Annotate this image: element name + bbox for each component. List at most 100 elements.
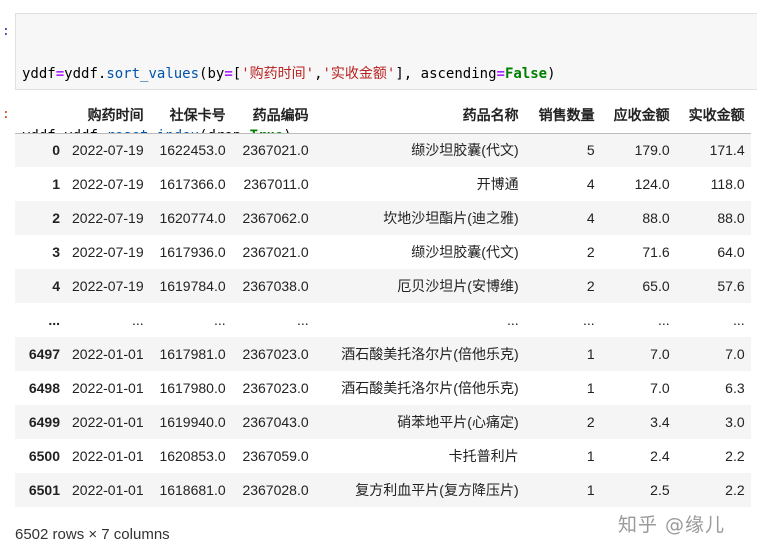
code-token: yddf: [22, 66, 56, 82]
table-cell: 酒石酸美托洛尔片(倍他乐克): [341, 346, 519, 362]
table-row: 6497 2022-01-01 1617981.0 2367023.0 酒石酸美…: [15, 337, 751, 371]
table-cell: ...: [657, 312, 670, 328]
table-cell: 2367011.0: [243, 176, 309, 192]
table-cell: 2: [586, 414, 595, 430]
table-cell: 4: [586, 210, 595, 226]
table-row: 3 2022-07-19 1617936.0 2367021.0 缬沙坦胶囊(代…: [15, 235, 751, 269]
table-row-ellipsis: ... ... ... ... ... ... ... ...: [15, 303, 751, 337]
table-cell: 88.0: [642, 210, 670, 226]
table-cell: 6.3: [725, 380, 745, 396]
table-row: 2 2022-07-19 1620774.0 2367062.0 坎地沙坦酯片(…: [15, 201, 751, 235]
column-header: 药品编码: [231, 98, 315, 134]
table-cell: 卡托普利片: [448, 448, 519, 464]
output-prompt: :: [2, 107, 10, 122]
table-cell: 4: [586, 176, 595, 192]
code-token: =: [55, 66, 65, 82]
row-index: 3: [52, 244, 60, 260]
code-token: (by: [199, 66, 225, 82]
code-token: =: [224, 66, 233, 82]
table-cell: 57.6: [717, 278, 745, 294]
row-index: 6497: [28, 346, 60, 362]
table-cell: 2367023.0: [242, 380, 309, 396]
table-cell: 1619784.0: [159, 278, 226, 294]
table-cell: 1620853.0: [159, 448, 226, 464]
table-cell: 2022-01-01: [72, 380, 144, 396]
code-token: [: [232, 66, 242, 82]
table-cell: 1617980.0: [159, 380, 226, 396]
table-row: 6500 2022-01-01 1620853.0 2367059.0 卡托普利…: [15, 439, 751, 473]
table-cell: 2022-01-01: [72, 346, 144, 362]
row-index: 0: [52, 142, 60, 159]
table-row: 6499 2022-01-01 1619940.0 2367043.0 硝苯地平…: [15, 405, 751, 439]
table-cell: 1617936.0: [159, 244, 226, 260]
column-header: 购药时间: [66, 98, 150, 134]
table-cell: 1: [586, 482, 595, 498]
table-cell: 厄贝沙坦片(安博维): [397, 278, 519, 294]
table-cell: 7.0: [725, 346, 745, 362]
table-cell: ...: [296, 312, 309, 328]
table-cell: 2367059.0: [242, 448, 309, 464]
row-index: 4: [52, 278, 60, 294]
table-cell: 65.0: [642, 278, 670, 294]
table-cell: 179.0: [634, 142, 670, 159]
table-cell: 1: [586, 380, 595, 396]
table-cell: 3.0: [725, 414, 745, 430]
table-cell: 2367062.0: [242, 210, 309, 226]
table-cell: 1617981.0: [159, 346, 226, 362]
code-token: sort_values: [106, 66, 200, 82]
table-cell: 2367021.0: [242, 244, 309, 260]
dataframe-table: 购药时间 社保卡号 药品编码 药品名称 销售数量 应收金额 实收金额 0 202…: [15, 98, 751, 507]
table-cell: 2367043.0: [242, 414, 309, 430]
table-cell: 1: [586, 346, 595, 362]
code-token: ,: [314, 66, 323, 82]
table-cell: 1622453.0: [159, 142, 226, 159]
row-index: 6500: [28, 448, 60, 464]
table-row: 4 2022-07-19 1619784.0 2367038.0 厄贝沙坦片(安…: [15, 269, 751, 303]
table-cell: ...: [213, 312, 226, 328]
table-cell: 1: [586, 448, 595, 464]
table-cell: 2.5: [650, 482, 670, 498]
table-cell: 5: [586, 142, 595, 159]
table-cell: 2022-07-19: [72, 244, 144, 260]
table-cell: 缬沙坦胶囊(代文): [411, 142, 519, 159]
table-row: 1 2022-07-19 1617366.0 2367011.0 开博通 4 1…: [15, 167, 751, 201]
code-token: ], ascending: [395, 66, 497, 82]
table-cell: 2367021.0: [242, 142, 309, 159]
table-cell: 酒石酸美托洛尔片(倍他乐克): [341, 380, 519, 396]
table-cell: 1618681.0: [159, 482, 226, 498]
watermark: 知乎 @缘儿: [618, 514, 726, 536]
table-cell: 3.4: [650, 414, 670, 430]
row-index: 6498: [28, 380, 60, 396]
table-cell: ...: [506, 312, 519, 328]
table-cell: 1619940.0: [159, 414, 226, 430]
code-token: yddf: [64, 66, 98, 82]
row-index: ...: [48, 312, 60, 328]
table-cell: ...: [582, 312, 595, 328]
column-header: 药品名称: [314, 98, 525, 134]
code-cell[interactable]: yddf=yddf.sort_values(by=['购药时间','实收金额']…: [15, 13, 757, 205]
table-cell: 2367028.0: [242, 482, 309, 498]
table-cell: 缬沙坦胶囊(代文): [411, 244, 519, 260]
table-cell: 2022-07-19: [72, 210, 144, 226]
table-cell: 1617366.0: [159, 176, 226, 192]
table-cell: 硝苯地平片(心痛定): [397, 414, 519, 430]
table-cell: 171.4: [709, 142, 745, 159]
table-cell: 2022-07-19: [72, 278, 144, 294]
input-prompt: :: [2, 24, 10, 39]
table-cell: 2367038.0: [242, 278, 309, 294]
table-cell: 2022-07-19: [72, 176, 144, 192]
table-cell: 2: [586, 244, 595, 260]
table-row: 6498 2022-01-01 1617980.0 2367023.0 酒石酸美…: [15, 371, 751, 405]
code-line-1: yddf=yddf.sort_values(by=['购药时间','实收金额']…: [22, 64, 757, 85]
table-cell: 88.0: [717, 210, 745, 226]
code-token: False: [504, 66, 548, 82]
table-cell: 118.0: [710, 176, 745, 192]
table-cell: 坎地沙坦酯片(迪之雅): [383, 210, 519, 226]
table-cell: 开博通: [476, 176, 519, 192]
table-cell: 7.0: [650, 380, 670, 396]
table-cell: 复方利血平片(复方降压片): [355, 482, 519, 498]
table-row: 6501 2022-01-01 1618681.0 2367028.0 复方利血…: [15, 473, 751, 507]
table-cell: 2.4: [650, 448, 670, 464]
table-cell: 1620774.0: [159, 210, 226, 226]
column-header: 社保卡号: [149, 98, 232, 134]
